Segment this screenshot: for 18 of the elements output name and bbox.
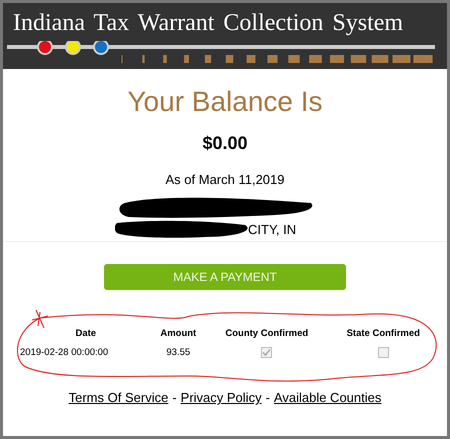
column-header: County Confirmed xyxy=(224,327,310,341)
footer-link[interactable]: Terms Of Service xyxy=(68,390,168,405)
column-header: Date xyxy=(74,327,98,341)
separator: - xyxy=(172,390,177,405)
date-cell-text: 2019-02-28 00:00:00 xyxy=(20,346,110,360)
balance-heading: Your Balance Is xyxy=(127,85,323,119)
separator: - xyxy=(266,390,270,405)
balance-amount: $0.00 xyxy=(202,133,248,154)
state-confirmed-checkbox[interactable] xyxy=(378,347,389,358)
as-of-date: As of March 11,2019 xyxy=(166,172,284,187)
county-confirmed-checkbox[interactable] xyxy=(261,347,272,358)
footer-link[interactable]: Privacy Policy xyxy=(180,390,262,405)
address-line: CITY, IN xyxy=(248,222,296,237)
amount-cell-text: 93.55 xyxy=(165,346,192,360)
column-header: State Confirmed xyxy=(346,327,421,341)
site-title: Indiana Tax Warrant Collection System xyxy=(13,9,404,38)
column-header: Amount xyxy=(159,327,198,341)
footer-link[interactable]: Available Counties xyxy=(274,390,382,405)
